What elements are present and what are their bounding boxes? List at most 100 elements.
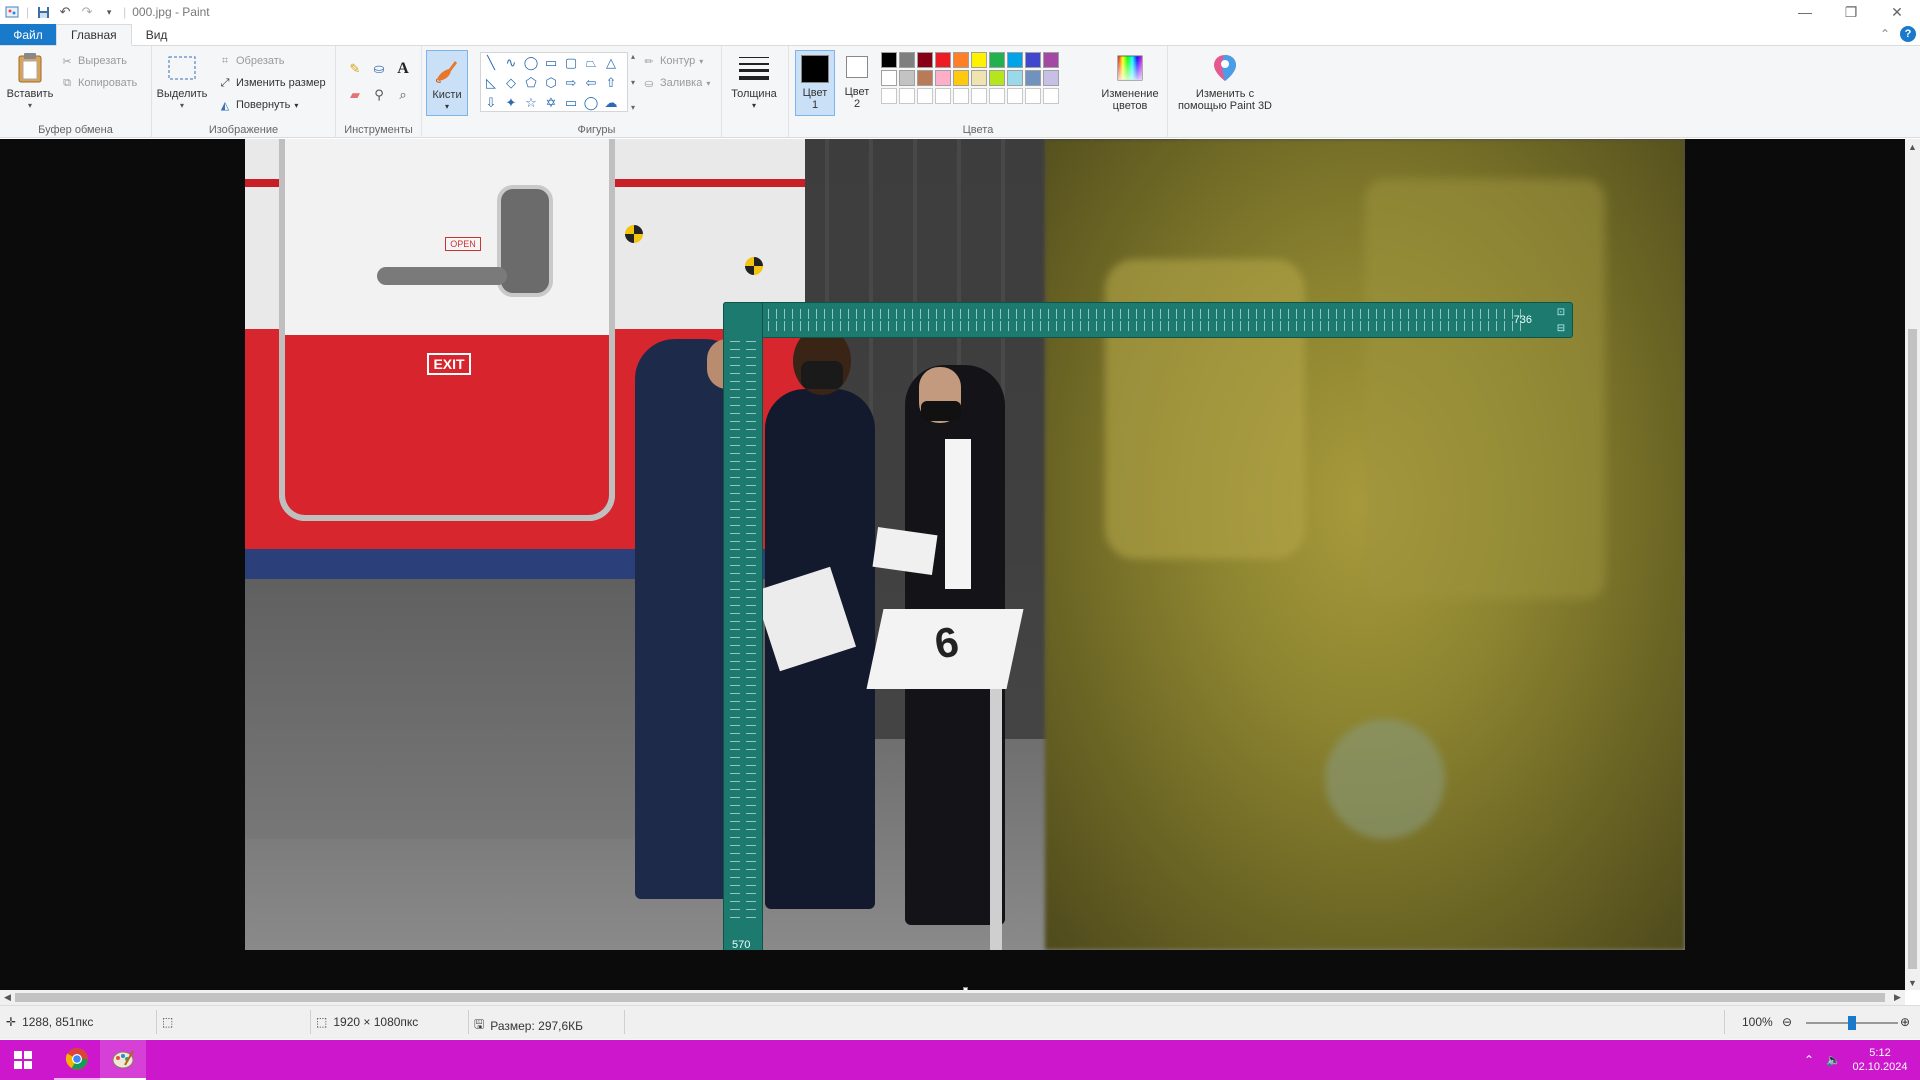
palette-color-swatch[interactable] (1007, 52, 1023, 68)
eraser-icon[interactable]: ▰ (346, 86, 364, 104)
palette-color-swatch[interactable] (917, 52, 933, 68)
palette-color-swatch[interactable] (953, 70, 969, 86)
palette-color-swatch[interactable] (881, 52, 897, 68)
palette-color-swatch[interactable] (935, 70, 951, 86)
diamond-shape-icon[interactable]: ◇ (502, 74, 520, 92)
horizontal-scroll-thumb[interactable] (15, 993, 1885, 1002)
ruler-rotate-icon[interactable]: ⊡ (1554, 305, 1568, 319)
restore-button[interactable]: ❐ (1828, 0, 1874, 24)
zoom-in-icon[interactable]: ⊕ (1900, 1015, 1910, 1029)
down-arrow-shape-icon[interactable]: ⇩ (482, 94, 500, 112)
palette-custom-swatch[interactable] (971, 88, 987, 104)
magnifier-icon[interactable]: ⌕ (394, 86, 412, 104)
pentagon-shape-icon[interactable]: ⬠ (522, 74, 540, 92)
scroll-left-icon[interactable]: ◀ (0, 990, 15, 1005)
ruler-horizontal[interactable]: ✥ 736 ⊡ ⊟ (723, 302, 1573, 338)
resize-button[interactable]: ⤢ Изменить размер (218, 76, 326, 90)
palette-color-swatch[interactable] (1043, 52, 1059, 68)
curve-shape-icon[interactable]: ∿ (502, 54, 520, 72)
callout-oval-shape-icon[interactable]: ◯ (582, 94, 600, 112)
palette-custom-swatch[interactable] (989, 88, 1005, 104)
scroll-down-icon[interactable]: ▼ (1905, 975, 1920, 990)
hexagon-shape-icon[interactable]: ⬡ (542, 74, 560, 92)
show-hidden-icons-icon[interactable]: ⌃ (1804, 1053, 1814, 1067)
four-point-star-shape-icon[interactable]: ✦ (502, 94, 520, 112)
tab-home[interactable]: Главная (56, 24, 132, 46)
color1-button[interactable]: Цвет 1 (795, 50, 835, 116)
color-picker-icon[interactable]: ⚲ (370, 86, 388, 104)
palette-custom-swatch[interactable] (881, 88, 897, 104)
customize-qat-icon[interactable]: ▾ (101, 4, 117, 20)
pencil-icon[interactable]: ✎ (346, 60, 364, 78)
palette-color-swatch[interactable] (881, 70, 897, 86)
palette-color-swatch[interactable] (953, 52, 969, 68)
brushes-button[interactable]: Кисти ▾ (426, 50, 468, 116)
triangle-shape-icon[interactable]: △ (602, 54, 620, 72)
ruler-vertical[interactable]: 570 ⊡ ⊟ (723, 302, 763, 950)
fill-bucket-icon[interactable]: ⛀ (370, 60, 388, 78)
palette-color-swatch[interactable] (989, 52, 1005, 68)
palette-color-swatch[interactable] (917, 70, 933, 86)
volume-icon[interactable]: 🔈 (1826, 1053, 1841, 1067)
palette-color-swatch[interactable] (971, 52, 987, 68)
palette-custom-swatch[interactable] (1043, 88, 1059, 104)
palette-custom-swatch[interactable] (953, 88, 969, 104)
taskbar-paint[interactable] (100, 1040, 146, 1080)
right-arrow-shape-icon[interactable]: ⇨ (562, 74, 580, 92)
save-icon[interactable] (35, 4, 51, 20)
taskbar-chrome[interactable] (54, 1040, 100, 1080)
polygon-shape-icon[interactable]: ⏢ (582, 54, 600, 72)
rounded-rectangle-shape-icon[interactable]: ▢ (562, 54, 580, 72)
shapes-gallery-scroll[interactable]: ▴ ▾ ▾ (628, 52, 638, 112)
copy-button[interactable]: ⧉ Копировать (60, 76, 137, 90)
palette-color-swatch[interactable] (935, 52, 951, 68)
minimize-button[interactable]: — (1782, 0, 1828, 24)
crop-button[interactable]: ⌗ Обрезать (218, 54, 285, 68)
palette-custom-swatch[interactable] (935, 88, 951, 104)
tab-view[interactable]: Вид (132, 24, 182, 45)
palette-color-swatch[interactable] (1043, 70, 1059, 86)
image-canvas[interactable]: EXIT OPEN 6 ✥ 736 ⊡ ⊟ (245, 139, 1685, 950)
five-point-star-shape-icon[interactable]: ☆ (522, 94, 540, 112)
ruler-resize-icon[interactable]: ⊟ (1554, 321, 1568, 335)
edit-colors-button[interactable]: Изменение цветов (1097, 52, 1163, 112)
line-shape-icon[interactable]: ╲ (482, 54, 500, 72)
zoom-slider-thumb[interactable] (1848, 1016, 1856, 1030)
select-button[interactable]: Выделить ▾ (157, 52, 207, 112)
zoom-out-icon[interactable]: ⊖ (1782, 1015, 1792, 1029)
color2-button[interactable]: Цвет 2 (839, 54, 875, 110)
rectangle-shape-icon[interactable]: ▭ (542, 54, 560, 72)
palette-custom-swatch[interactable] (917, 88, 933, 104)
paint3d-button[interactable]: Изменить с помощью Paint 3D (1172, 52, 1278, 112)
undo-icon[interactable]: ↶ (57, 4, 73, 20)
palette-custom-swatch[interactable] (899, 88, 915, 104)
vertical-scrollbar[interactable]: ▲ ▼ (1905, 139, 1920, 990)
callout-rect-shape-icon[interactable]: ▭ (562, 94, 580, 112)
paste-button[interactable]: Вставить ▾ (6, 52, 54, 112)
rotate-button[interactable]: ◭ Повернуть ▾ (218, 98, 299, 112)
palette-color-swatch[interactable] (989, 70, 1005, 86)
palette-custom-swatch[interactable] (1025, 88, 1041, 104)
cut-button[interactable]: ✂ Вырезать (60, 54, 127, 68)
scroll-up-icon[interactable]: ▲ (1905, 139, 1920, 154)
minimize-ribbon-icon[interactable]: ⌃ (1880, 27, 1890, 41)
thickness-button[interactable]: Толщина ▾ (726, 52, 782, 112)
right-triangle-shape-icon[interactable]: ◺ (482, 74, 500, 92)
fill-button[interactable]: ⛀ Заливка ▾ (642, 76, 710, 90)
palette-color-swatch[interactable] (1025, 70, 1041, 86)
six-point-star-shape-icon[interactable]: ✡ (542, 94, 560, 112)
horizontal-scrollbar[interactable]: ◀ ▶ (0, 990, 1905, 1005)
clock[interactable]: 5:12 02.10.2024 (1850, 1040, 1910, 1080)
vertical-scroll-thumb[interactable] (1908, 329, 1917, 969)
palette-color-swatch[interactable] (899, 52, 915, 68)
redo-icon[interactable]: ↷ (79, 4, 95, 20)
up-arrow-shape-icon[interactable]: ⇧ (602, 74, 620, 92)
oval-shape-icon[interactable]: ◯ (522, 54, 540, 72)
callout-cloud-shape-icon[interactable]: ☁ (602, 94, 620, 112)
scroll-right-icon[interactable]: ▶ (1890, 990, 1905, 1005)
left-arrow-shape-icon[interactable]: ⇦ (582, 74, 600, 92)
outline-button[interactable]: ✏ Контур ▾ (642, 54, 703, 68)
text-icon[interactable]: A (394, 60, 412, 78)
palette-color-swatch[interactable] (1025, 52, 1041, 68)
tab-file[interactable]: Файл (0, 24, 56, 45)
